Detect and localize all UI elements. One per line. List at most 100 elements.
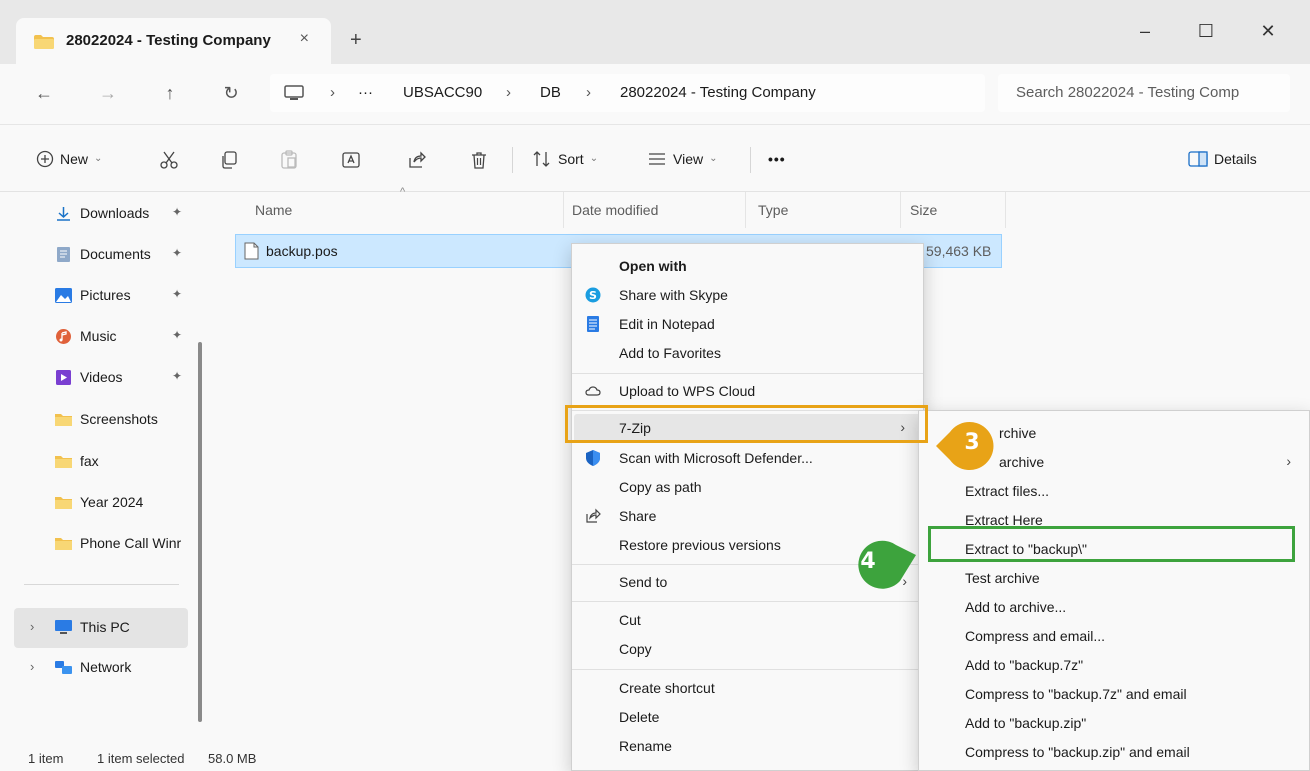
address-bar-row: ← → ↑ ↻ › ··· UBSACC90 › DB › 28022024 -… [0,64,1310,124]
status-selected: 1 item selected [97,751,185,766]
column-header-type[interactable]: Type [758,202,788,218]
sidebar-item-label: Videos [80,369,123,385]
sort-button[interactable]: Sort ⌄ [532,149,598,169]
sidebar-item-label: This PC [80,619,130,635]
sidebar-item-downloads[interactable]: Downloads ✦ [0,196,200,232]
crumb-db[interactable]: DB [540,83,561,103]
sidebar-scrollbar[interactable] [198,342,202,722]
sidebar-item-label: fax [80,453,99,469]
pin-icon: ✦ [172,246,183,260]
sidebar-item-pictures[interactable]: Pictures ✦ [0,278,200,314]
step-4-number: 4 [860,549,876,574]
status-selected-size: 58.0 MB [208,751,257,766]
sidebar-item-documents[interactable]: Documents ✦ [0,237,200,273]
submenu-item-compress-7z-email[interactable]: Compress to "backup.7z" and email [919,680,1309,708]
new-label: New [60,151,89,167]
file-icon [244,242,259,260]
new-button[interactable]: New ⌄ [36,149,102,169]
crumb-current-folder[interactable]: 28022024 - Testing Company [620,83,816,103]
svg-text:S: S [589,289,597,302]
submenu-item-add-zip[interactable]: Add to "backup.zip" [919,709,1309,737]
submenu-item-add-to-archive[interactable]: Add to archive... [919,593,1309,621]
up-button[interactable]: ↑ [158,82,182,104]
folder-icon [34,35,54,49]
sidebar-item-label: Pictures [80,287,131,303]
menu-item-copy-path[interactable]: Copy as path [572,473,923,502]
chevron-down-icon: ⌄ [709,153,718,164]
menu-item-share-skype[interactable]: S Share with Skype [572,281,923,310]
back-button[interactable]: ← [32,82,56,104]
sidebar-item-year-2024[interactable]: Year 2024 [0,485,200,521]
tab-close-icon[interactable]: × [300,30,309,48]
column-divider [1005,192,1006,228]
new-tab-button[interactable]: + [350,30,362,50]
file-name: backup.pos [266,243,338,259]
sidebar-item-fax[interactable]: fax [0,444,200,480]
music-icon [56,329,71,344]
column-header-name[interactable]: Name [255,202,292,218]
sidebar-item-this-pc[interactable]: › This PC [14,608,188,648]
submenu-item-test-archive[interactable]: Test archive [919,564,1309,592]
paste-icon[interactable] [278,149,300,171]
submenu-item-compress-email[interactable]: Compress and email... [919,622,1309,650]
crumb-ubsacc90[interactable]: UBSACC90 [403,83,482,103]
rename-icon[interactable] [340,149,362,171]
view-button[interactable]: View ⌄ [647,149,717,169]
menu-item-scan-defender[interactable]: Scan with Microsoft Defender... [572,444,923,473]
menu-item-delete[interactable]: Delete [572,703,923,732]
address-input[interactable]: › ··· UBSACC90 › DB › 28022024 - Testing… [270,74,985,112]
menu-item-rename[interactable]: Rename [572,732,923,761]
view-icon [649,153,665,165]
column-header-date[interactable]: Date modified [572,202,658,218]
highlight-7zip [565,405,928,443]
menu-item-edit-notepad[interactable]: Edit in Notepad [572,310,923,339]
shield-icon [586,450,600,466]
menu-item-copy[interactable]: Copy [572,635,923,664]
sidebar-item-music[interactable]: Music ✦ [0,319,200,355]
close-button[interactable]: ✕ [1248,18,1288,44]
sidebar-item-screenshots[interactable]: Screenshots [0,402,200,438]
submenu-item-compress-zip-email[interactable]: Compress to "backup.zip" and email [919,738,1309,766]
chevron-down-icon: ⌄ [589,153,599,164]
menu-item-add-favorites[interactable]: Add to Favorites [572,339,923,368]
menu-item-upload-wps[interactable]: Upload to WPS Cloud [572,377,923,406]
details-pane-button[interactable]: Details [1188,149,1257,169]
sidebar-item-videos[interactable]: Videos ✦ [0,360,200,396]
title-bar: 28022024 - Testing Company × + – ☐ ✕ [0,0,1310,64]
cut-icon[interactable] [158,149,180,171]
menu-item-cut[interactable]: Cut [572,606,923,635]
share-icon[interactable] [406,149,428,171]
search-input[interactable]: Search 28022024 - Testing Comp [998,74,1290,112]
submenu-item-add-7z[interactable]: Add to "backup.7z" [919,651,1309,679]
copy-icon[interactable] [218,149,240,171]
sidebar-item-phone-call[interactable]: Phone Call Winr [0,526,200,562]
submenu-item-extract-files[interactable]: Extract files... [919,477,1309,505]
crumb-overflow[interactable]: ··· [358,83,373,103]
menu-item-share[interactable]: Share [572,502,923,531]
pin-icon: ✦ [172,369,183,383]
maximize-button[interactable]: ☐ [1186,18,1226,44]
chevron-right-icon[interactable]: › [30,619,34,634]
details-label: Details [1214,151,1257,167]
pin-icon: ✦ [172,287,183,301]
sidebar-item-label: Year 2024 [80,494,144,510]
tab-current[interactable]: 28022024 - Testing Company × [16,18,331,64]
forward-button[interactable]: → [96,82,120,104]
more-options-button[interactable]: ••• [768,149,786,169]
column-header-size[interactable]: Size [910,202,937,218]
sidebar-item-label: Network [80,659,132,675]
crumb-separator: › [506,84,511,101]
minimize-button[interactable]: – [1125,18,1165,44]
delete-icon[interactable] [468,149,490,171]
sidebar-item-network[interactable]: › Network [0,650,200,686]
chevron-right-icon[interactable]: › [30,659,34,674]
more-icon: ••• [768,151,786,167]
details-pane-icon [1188,151,1208,167]
refresh-button[interactable]: ↻ [219,82,243,104]
network-icon [55,661,72,674]
menu-item-create-shortcut[interactable]: Create shortcut [572,674,923,703]
step-4-callout: 4 [844,533,916,597]
videos-icon [56,370,71,385]
menu-item-open-with[interactable]: Open with [572,252,923,281]
context-menu: Open with S Share with Skype Edit in Not… [571,243,924,771]
